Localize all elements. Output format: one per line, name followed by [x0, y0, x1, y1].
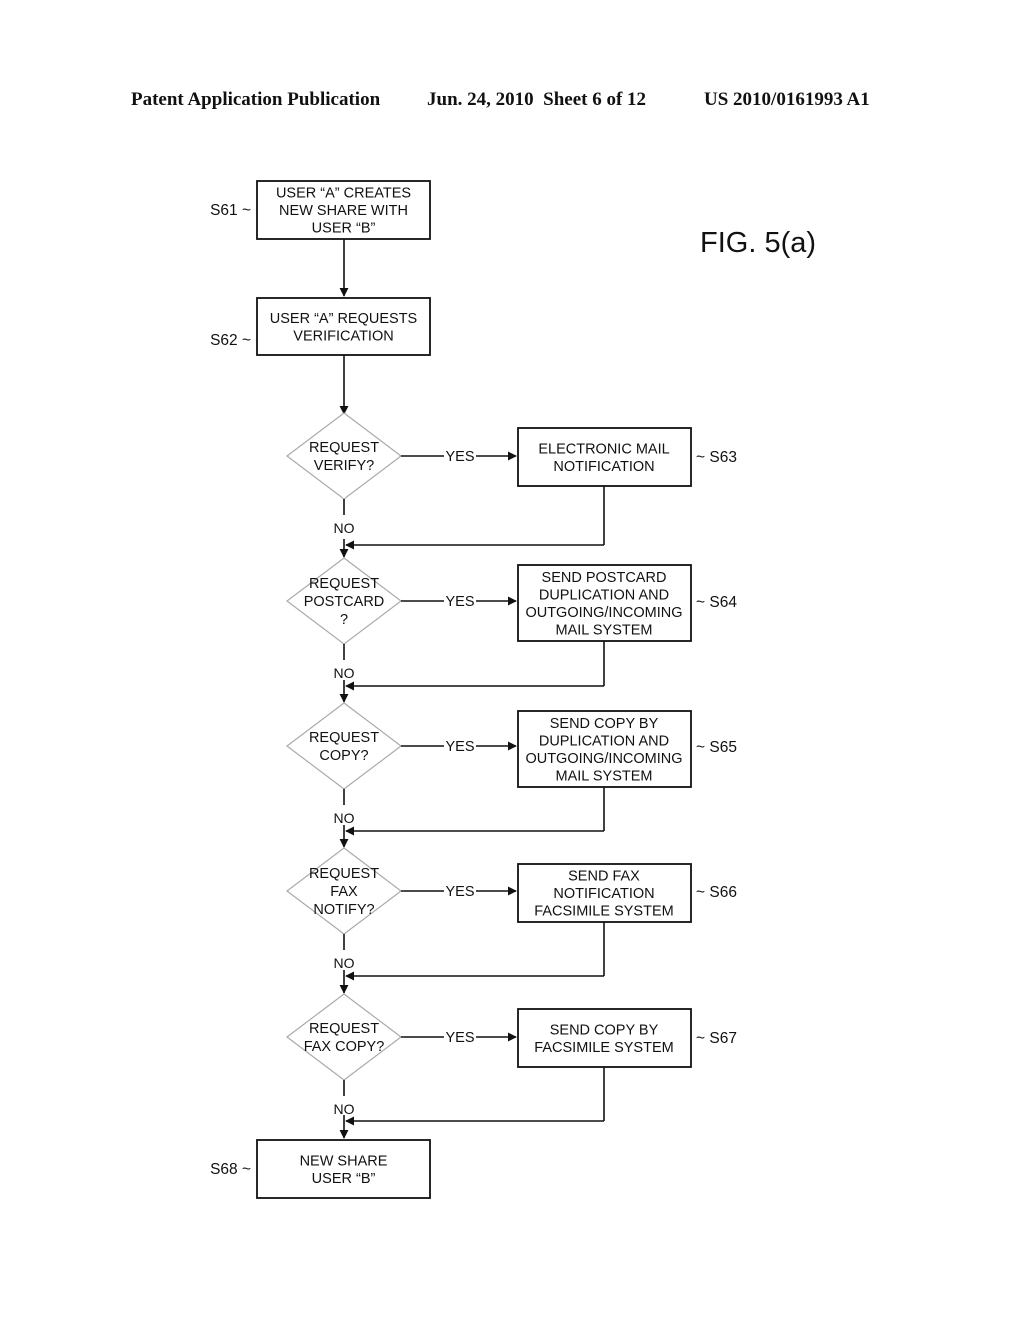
yes-label-2: YES — [445, 594, 474, 610]
no-label-3: NO — [334, 810, 355, 826]
yes-label-3: YES — [445, 739, 474, 755]
yes-label-1: YES — [445, 449, 474, 465]
yes-label-5: YES — [445, 1030, 474, 1046]
action-box-5-text: SEND COPY BY FACSIMILE SYSTEM — [534, 1022, 673, 1056]
no-label-5: NO — [334, 1101, 355, 1117]
figure-title: FIG. 5(a) — [700, 227, 816, 259]
yes-label-4: YES — [445, 884, 474, 900]
no-label-4: NO — [334, 955, 355, 971]
action-box-1-text: ELECTRONIC MAIL NOTIFICATION — [538, 441, 669, 475]
process-box-s68-step-label: S68 ~ — [210, 1161, 251, 1178]
decision-diamond-1 — [286, 412, 402, 500]
action-step-label-2: ~ S64 — [696, 594, 737, 611]
flowchart: FIG. 5(a) USER “A” CREATES NEW SHARE WITH… — [210, 180, 816, 1199]
process-box-s61-step-label: S61 ~ — [210, 202, 251, 219]
decision-diamond-5 — [286, 993, 402, 1081]
no-label-1: NO — [334, 520, 355, 536]
action-step-label-5: ~ S67 — [696, 1030, 737, 1047]
decision-diamond-3 — [286, 702, 402, 790]
action-step-label-4: ~ S66 — [696, 884, 737, 901]
no-label-2: NO — [334, 665, 355, 681]
process-box-s62-step-label: S62 ~ — [210, 332, 251, 349]
action-step-label-1: ~ S63 — [696, 449, 737, 466]
action-step-label-3: ~ S65 — [696, 739, 737, 756]
process-box-s68-text: NEW SHARE USER “B” — [300, 1153, 388, 1187]
